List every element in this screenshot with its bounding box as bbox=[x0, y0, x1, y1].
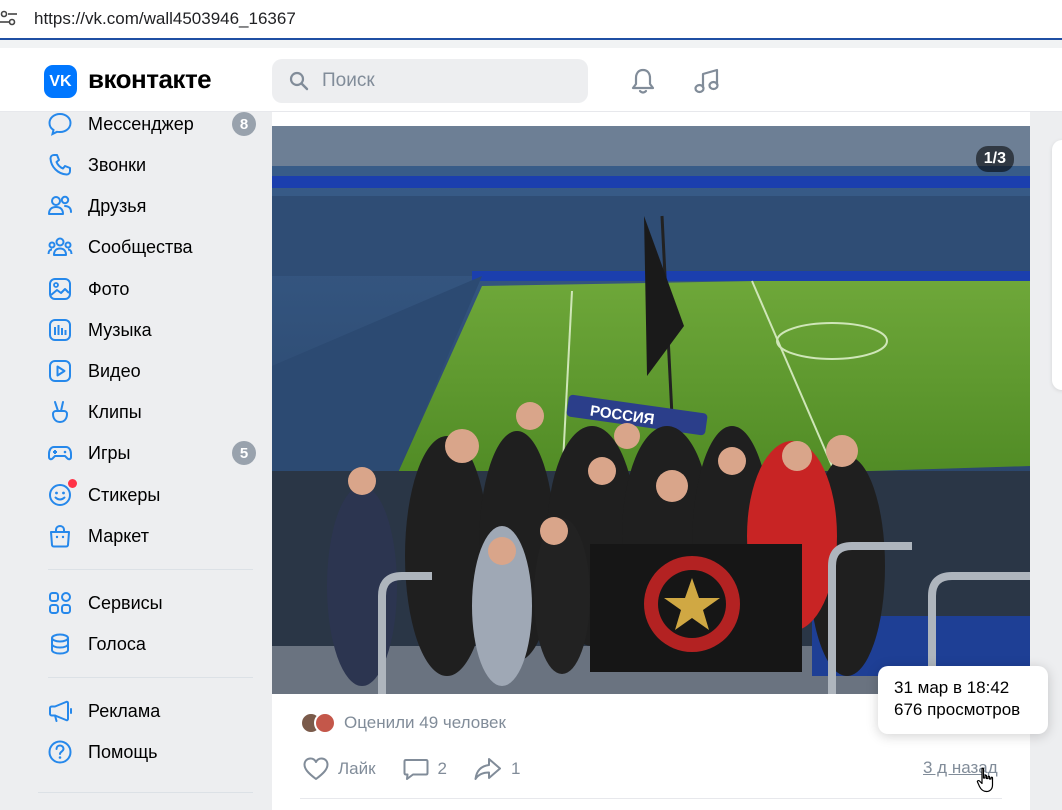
sidebar-item-services[interactable]: Сервисы bbox=[46, 586, 258, 620]
sidebar-divider bbox=[38, 792, 253, 793]
messenger-icon bbox=[48, 112, 72, 136]
comment-button[interactable]: 2 bbox=[402, 756, 447, 782]
search-icon bbox=[289, 71, 309, 91]
sidebar-item-market[interactable]: Маркет bbox=[46, 519, 258, 553]
liked-count-text[interactable]: Оценили 49 человек bbox=[344, 713, 506, 733]
vk-logo-text[interactable]: вконтакте bbox=[88, 64, 212, 95]
sidebar-item-friends[interactable]: Друзья bbox=[46, 189, 258, 223]
sidebar-item-ads[interactable]: Реклама bbox=[46, 694, 258, 728]
sidebar-item-label: Клипы bbox=[88, 401, 142, 422]
site-header: VK вконтакте bbox=[0, 48, 1062, 112]
sidebar-item-messenger[interactable]: Мессенджер 8 bbox=[46, 107, 258, 141]
vk-logo[interactable]: VK bbox=[44, 65, 77, 98]
like-label: Лайк bbox=[338, 759, 376, 778]
tooltip-views: 676 просмотров bbox=[894, 700, 1021, 719]
music-icon[interactable] bbox=[692, 66, 722, 96]
phone-icon bbox=[49, 154, 71, 176]
heart-icon bbox=[303, 757, 329, 780]
sidebar-item-label: Звонки bbox=[88, 154, 147, 175]
sidebar-item-communities[interactable]: Сообщества bbox=[46, 230, 258, 264]
share-icon bbox=[474, 758, 502, 780]
like-button[interactable]: Лайк bbox=[302, 756, 376, 782]
votes-icon bbox=[51, 633, 69, 655]
sidebar-divider bbox=[48, 677, 253, 678]
post-date-tooltip: 31 мар в 18:42 676 просмотров bbox=[878, 666, 1048, 734]
post-photo[interactable]: РОССИЯ 1/3 bbox=[272, 126, 1030, 694]
sidebar-item-music[interactable]: Музыка bbox=[46, 313, 258, 347]
sidebar-item-stickers[interactable]: Стикеры bbox=[46, 478, 258, 512]
stickers-notification-dot bbox=[68, 479, 77, 488]
stadium-photo-image: РОССИЯ bbox=[272, 126, 1030, 694]
market-icon bbox=[50, 524, 70, 548]
hand-cursor-icon bbox=[976, 767, 994, 793]
sidebar-item-help[interactable]: Помощь bbox=[46, 735, 258, 769]
search-input[interactable] bbox=[322, 59, 572, 103]
video-icon bbox=[49, 360, 71, 382]
sidebar-item-label: Друзья bbox=[88, 195, 147, 216]
left-sidebar: Мессенджер 8 Звонки Друзья Сообщества Фо… bbox=[0, 112, 272, 810]
comment-icon bbox=[403, 759, 429, 780]
post-divider bbox=[300, 798, 1002, 799]
music-icon bbox=[49, 319, 71, 341]
share-button[interactable]: 1 bbox=[473, 756, 520, 782]
sidebar-item-label: Фото bbox=[88, 278, 130, 299]
sidebar-divider bbox=[48, 569, 253, 570]
comments-count: 2 bbox=[437, 759, 448, 778]
services-icon bbox=[49, 592, 71, 614]
friends-icon bbox=[48, 195, 72, 215]
communities-icon bbox=[47, 237, 73, 256]
sidebar-item-video[interactable]: Видео bbox=[46, 354, 258, 388]
sidebar-item-label: Игры bbox=[88, 442, 131, 463]
avatar bbox=[314, 712, 336, 734]
url-text[interactable]: https://vk.com/wall4503946_16367 bbox=[34, 9, 296, 29]
sidebar-item-photo[interactable]: Фото bbox=[46, 272, 258, 306]
games-badge: 5 bbox=[232, 441, 256, 465]
sidebar-item-label: Реклама bbox=[88, 700, 161, 721]
sidebar-item-label: Помощь bbox=[88, 741, 158, 762]
sidebar-item-label: Мессенджер bbox=[88, 113, 194, 134]
clips-icon bbox=[52, 401, 68, 423]
site-settings-icon[interactable] bbox=[0, 9, 18, 27]
megaphone-icon bbox=[49, 700, 72, 722]
sidebar-item-clips[interactable]: Клипы bbox=[46, 395, 258, 429]
games-icon bbox=[48, 446, 72, 461]
sidebar-item-label: Голоса bbox=[88, 633, 146, 654]
sidebar-item-label: Видео bbox=[88, 360, 141, 381]
sidebar-item-label: Музыка bbox=[88, 319, 152, 340]
bell-icon[interactable] bbox=[628, 66, 658, 96]
photo-counter: 1/3 bbox=[975, 146, 1014, 172]
post-actions: Лайк 2 1 bbox=[302, 756, 546, 782]
sidebar-item-label: Стикеры bbox=[88, 484, 161, 505]
sidebar-item-games[interactable]: Игры 5 bbox=[46, 436, 258, 470]
unread-badge: 8 bbox=[232, 112, 256, 136]
search-box[interactable] bbox=[272, 59, 588, 103]
browser-gap bbox=[0, 40, 1062, 48]
help-icon bbox=[48, 740, 72, 764]
liked-by-row[interactable]: Оценили 49 человек bbox=[300, 712, 506, 734]
sidebar-item-label: Маркет bbox=[88, 525, 149, 546]
sidebar-item-votes[interactable]: Голоса bbox=[46, 627, 258, 661]
sidebar-item-calls[interactable]: Звонки bbox=[46, 148, 258, 182]
sidebar-item-label: Сообщества bbox=[88, 236, 193, 257]
photo-icon bbox=[49, 278, 71, 300]
right-panel-card bbox=[1052, 140, 1062, 390]
tooltip-date: 31 мар в 18:42 bbox=[894, 678, 1010, 697]
shares-count: 1 bbox=[511, 759, 521, 778]
sidebar-item-label: Сервисы bbox=[88, 592, 163, 613]
browser-address-bar[interactable]: https://vk.com/wall4503946_16367 bbox=[0, 0, 1062, 40]
